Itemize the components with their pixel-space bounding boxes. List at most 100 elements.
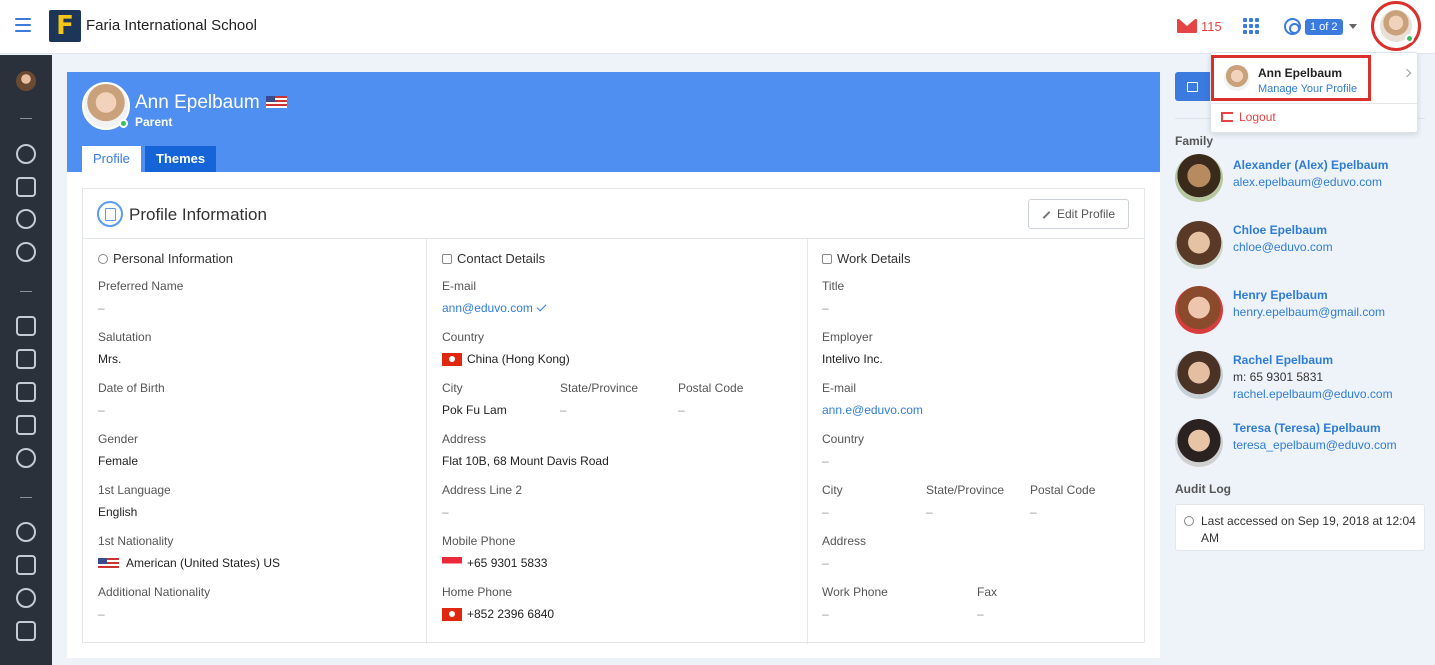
profile-card: Ann Epelbaum Parent Profile Themes Profi… xyxy=(67,72,1160,658)
family-member-photo[interactable] xyxy=(1175,221,1223,269)
family-member-name[interactable]: Alexander (Alex) Epelbaum xyxy=(1233,158,1388,172)
field-value: – xyxy=(822,607,829,621)
people-icon[interactable] xyxy=(16,448,36,468)
briefcase-icon[interactable] xyxy=(16,177,36,197)
column-divider xyxy=(426,239,427,644)
field-label: Mobile Phone xyxy=(442,534,516,548)
work-email-value: ann.e@eduvo.com xyxy=(822,403,923,417)
tab-profile[interactable]: Profile xyxy=(82,146,141,172)
field-label: Postal Code xyxy=(1030,483,1096,497)
contact-details-title: Contact Details xyxy=(442,251,545,266)
school-name[interactable]: Faria International School xyxy=(86,17,257,34)
country-value: China (Hong Kong) xyxy=(442,352,570,367)
mail-icon[interactable] xyxy=(1177,19,1197,33)
documents-icon[interactable] xyxy=(16,382,36,402)
flag-icon[interactable] xyxy=(16,415,36,435)
pencil-icon xyxy=(1042,210,1051,219)
list-icon[interactable] xyxy=(16,349,36,369)
user-icon[interactable] xyxy=(16,209,36,229)
dashboard-icon[interactable] xyxy=(16,144,36,164)
field-value: – xyxy=(98,301,105,315)
chat-icon[interactable] xyxy=(16,588,36,608)
audit-log-text: Last accessed on Sep 19, 2018 at 12:04 A… xyxy=(1201,514,1416,545)
hk-flag-icon xyxy=(442,353,462,367)
family-member-photo[interactable] xyxy=(1175,286,1223,334)
field-value: – xyxy=(977,607,984,621)
field-value: – xyxy=(822,301,829,315)
field-label: City xyxy=(442,381,463,395)
family-member-phone: m: 65 9301 5831 xyxy=(1233,370,1324,384)
lock-button[interactable] xyxy=(1175,72,1215,101)
work-email-link[interactable]: ann.e@eduvo.com xyxy=(822,403,923,417)
family-member-photo[interactable] xyxy=(1175,351,1223,399)
chat-icon[interactable] xyxy=(16,242,36,262)
calendar-clock-icon[interactable] xyxy=(16,316,36,336)
personal-info-title: Personal Information xyxy=(98,251,233,266)
field-label: Additional Nationality xyxy=(98,585,211,599)
documents-icon[interactable] xyxy=(16,621,36,641)
field-value: – xyxy=(822,556,829,570)
personal-info-label: Personal Information xyxy=(113,251,233,266)
field-value: – xyxy=(442,505,449,519)
family-member-email[interactable]: alex.epelbaum@eduvo.com xyxy=(1233,175,1382,189)
field-value: – xyxy=(98,403,105,417)
field-label: Employer xyxy=(822,330,873,344)
logout-menu-item[interactable]: Logout xyxy=(1239,110,1276,124)
family-member-name[interactable]: Teresa (Teresa) Epelbaum xyxy=(1233,421,1381,435)
family-member-name[interactable]: Chloe Epelbaum xyxy=(1233,223,1327,237)
family-member-name[interactable]: Rachel Epelbaum xyxy=(1233,353,1333,367)
field-value: Mrs. xyxy=(98,352,122,366)
menu-icon[interactable] xyxy=(15,18,31,32)
profile-name: Ann Epelbaum xyxy=(135,92,260,113)
family-member-email[interactable]: chloe@eduvo.com xyxy=(1233,240,1333,254)
field-label: Home Phone xyxy=(442,585,513,599)
family-member-email[interactable]: teresa_epelbaum@eduvo.com xyxy=(1233,438,1397,452)
email-link[interactable]: ann@eduvo.com xyxy=(442,301,533,315)
field-value: Pok Fu Lam xyxy=(442,403,507,417)
field-label: Fax xyxy=(977,585,998,599)
family-member-photo[interactable] xyxy=(1175,419,1223,467)
family-member-email[interactable]: henry.epelbaum@gmail.com xyxy=(1233,305,1385,319)
edit-profile-button[interactable]: Edit Profile xyxy=(1028,199,1129,229)
tab-themes[interactable]: Themes xyxy=(145,146,217,172)
family-member-name[interactable]: Henry Epelbaum xyxy=(1233,288,1328,302)
contact-details-label: Contact Details xyxy=(457,251,546,266)
family-member-photo[interactable] xyxy=(1175,154,1223,202)
audit-log-box: Last accessed on Sep 19, 2018 at 12:04 A… xyxy=(1175,504,1425,551)
logout-icon[interactable] xyxy=(1221,112,1233,122)
sidebar-avatar[interactable] xyxy=(16,71,36,91)
user-avatar-button[interactable] xyxy=(1371,1,1421,51)
profile-header: Ann Epelbaum Parent Profile Themes xyxy=(67,72,1160,172)
us-flag-icon xyxy=(98,557,119,570)
sidebar-divider xyxy=(20,497,32,498)
chevron-right-icon[interactable] xyxy=(1402,68,1412,78)
manage-profile-item[interactable]: Ann Epelbaum Manage Your Profile xyxy=(1211,55,1371,101)
us-flag-icon xyxy=(266,96,287,108)
contact-card-icon xyxy=(442,254,452,264)
family-member-email[interactable]: rachel.epelbaum@eduvo.com xyxy=(1233,387,1393,401)
calendar-icon[interactable] xyxy=(16,555,36,575)
school-logo[interactable]: F xyxy=(49,10,81,42)
field-label: Country xyxy=(442,330,485,344)
dashboard-icon[interactable] xyxy=(16,522,36,542)
field-value: – xyxy=(926,505,933,519)
page-indicator-badge[interactable]: 1 of 2 xyxy=(1305,19,1343,35)
field-value: Flat 10B, 68 Mount Davis Road xyxy=(442,454,609,468)
field-value: Female xyxy=(98,454,139,468)
avatar xyxy=(1224,65,1250,91)
chevron-down-icon[interactable] xyxy=(1349,24,1357,29)
mail-count[interactable]: 115 xyxy=(1201,19,1222,34)
profile-document-icon xyxy=(97,201,123,227)
field-value: – xyxy=(98,607,105,621)
briefcase-icon xyxy=(822,254,832,264)
field-label: Postal Code xyxy=(678,381,744,395)
field-label: City xyxy=(822,483,843,497)
work-details-title: Work Details xyxy=(822,251,910,266)
field-label: Gender xyxy=(98,432,139,446)
manage-profile-link[interactable]: Manage Your Profile xyxy=(1258,83,1357,95)
section-title: Profile Information xyxy=(129,205,267,224)
support-icon[interactable] xyxy=(1284,18,1301,35)
field-value: – xyxy=(1030,505,1037,519)
person-icon xyxy=(98,254,108,264)
apps-grid-icon[interactable] xyxy=(1243,18,1259,34)
